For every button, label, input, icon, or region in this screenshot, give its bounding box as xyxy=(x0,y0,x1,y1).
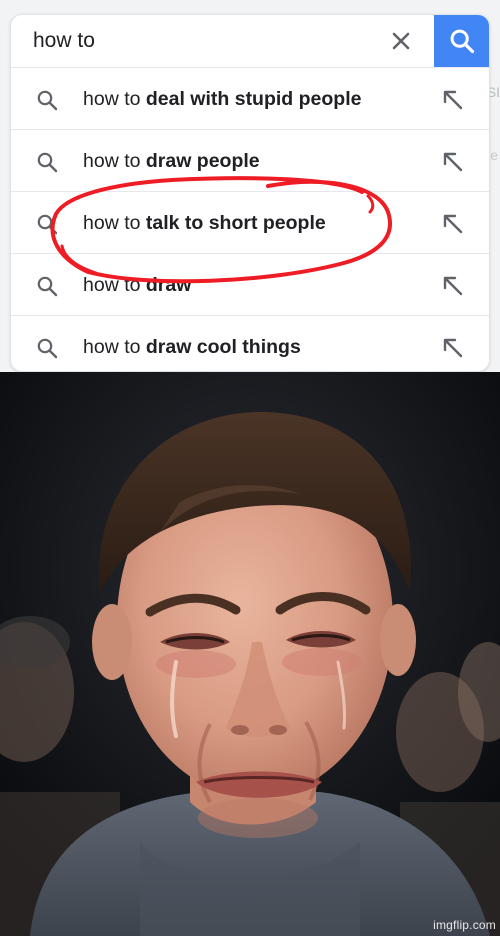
suggestion-text: how to deal with stupid people xyxy=(83,88,361,111)
arrow-up-left-icon[interactable] xyxy=(441,212,465,236)
crying-man-image xyxy=(0,372,500,936)
search-icon xyxy=(37,338,58,359)
suggestion-prefix: how to xyxy=(83,88,146,110)
suggestion-text: how to draw people xyxy=(83,150,260,173)
suggestion-text: how to draw xyxy=(83,274,191,297)
search-screenshot: SI e how to how to deal with stupid peop… xyxy=(0,0,500,372)
reaction-photo: imgflip.com xyxy=(0,372,500,936)
suggestion-completion: talk to short people xyxy=(145,212,326,234)
search-icon xyxy=(37,276,58,297)
suggestion-completion: draw people xyxy=(145,150,260,172)
suggestion-item[interactable]: how to draw xyxy=(11,253,489,315)
clear-button[interactable] xyxy=(387,27,415,55)
suggestion-item[interactable]: how to deal with stupid people xyxy=(11,67,489,129)
suggestion-prefix: how to xyxy=(83,336,146,358)
suggestion-completion: draw cool things xyxy=(145,336,301,358)
arrow-up-left-icon[interactable] xyxy=(441,336,465,360)
background-ghost-text: e xyxy=(490,147,498,163)
search-bar: how to xyxy=(11,15,489,67)
suggestion-item[interactable]: how to draw people xyxy=(11,129,489,191)
suggestion-item[interactable]: how to talk to short people xyxy=(11,191,489,253)
suggestion-list: how to deal with stupid people how to dr… xyxy=(11,67,489,371)
suggestion-prefix: how to xyxy=(83,212,146,234)
search-input[interactable]: how to xyxy=(33,29,95,53)
suggestion-text: how to draw cool things xyxy=(83,336,301,359)
suggestion-text: how to talk to short people xyxy=(83,212,326,235)
search-icon xyxy=(37,214,58,235)
search-button[interactable] xyxy=(434,15,489,67)
search-icon xyxy=(37,152,58,173)
suggestion-completion: draw xyxy=(145,274,192,296)
suggestion-prefix: how to xyxy=(83,274,146,296)
arrow-up-left-icon[interactable] xyxy=(441,274,465,298)
suggestion-prefix: how to xyxy=(83,150,146,172)
arrow-up-left-icon[interactable] xyxy=(441,88,465,112)
suggestion-item[interactable]: how to draw cool things xyxy=(11,315,489,371)
suggestion-completion: deal with stupid people xyxy=(145,88,362,110)
arrow-up-left-icon[interactable] xyxy=(441,150,465,174)
search-autocomplete-card: how to how to deal with stupid people ho… xyxy=(10,14,490,372)
watermark: imgflip.com xyxy=(433,918,496,932)
close-icon xyxy=(392,32,410,50)
search-icon xyxy=(37,90,58,111)
search-icon xyxy=(450,29,474,54)
